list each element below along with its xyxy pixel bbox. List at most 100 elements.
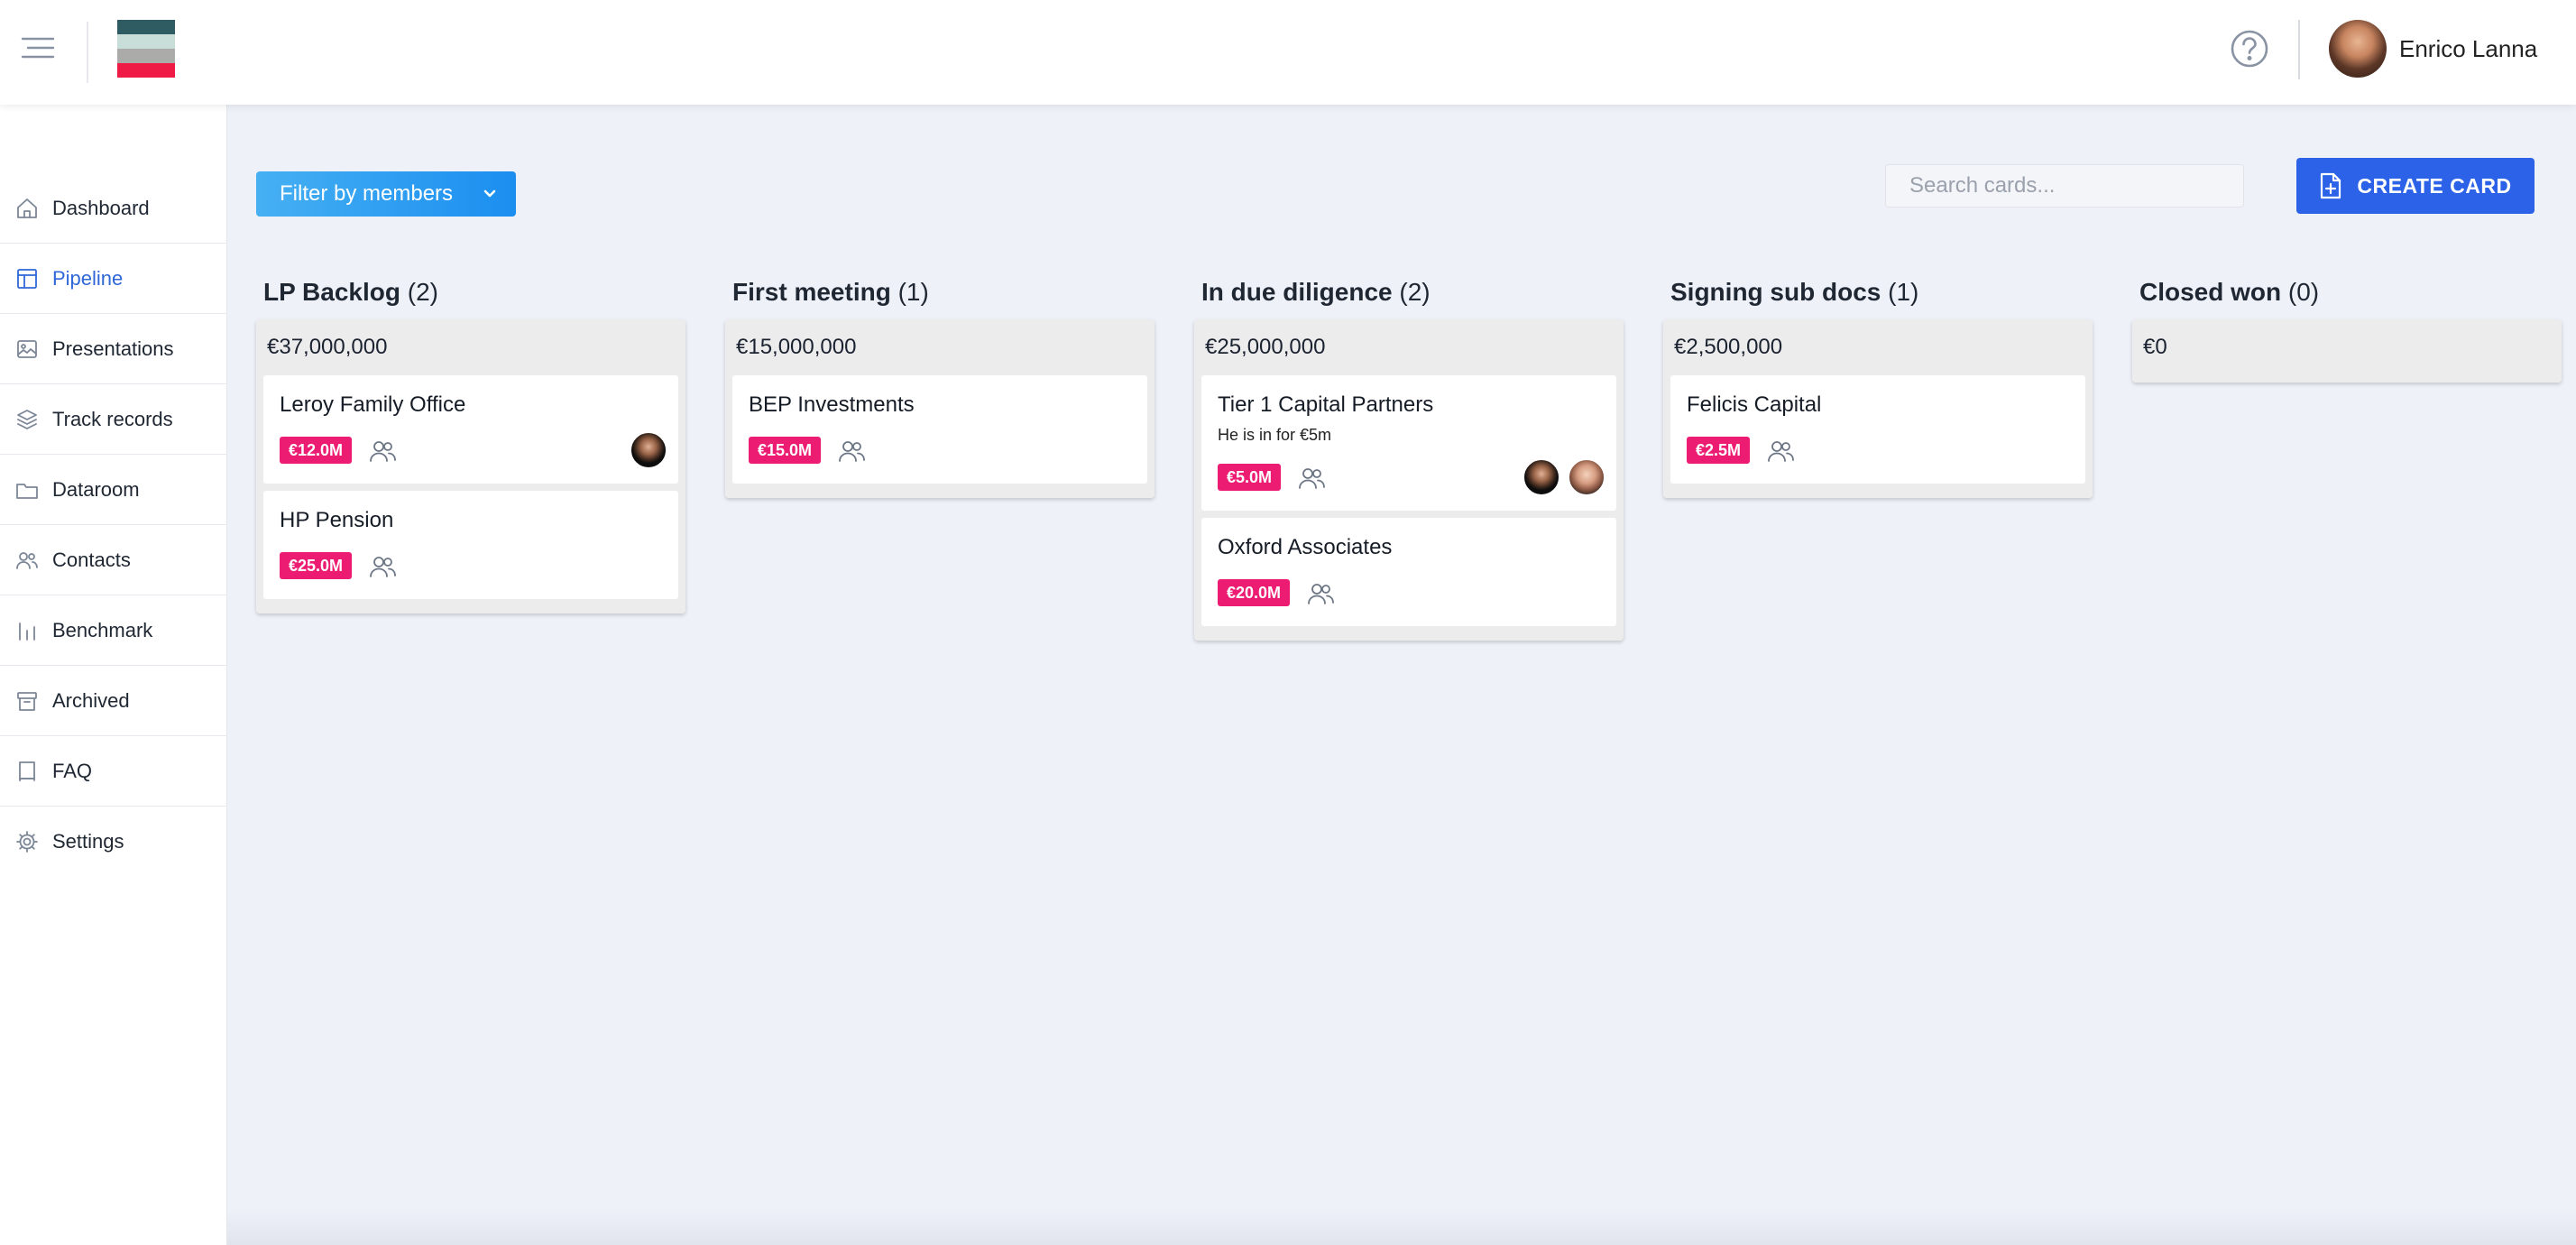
- logo-band: [117, 20, 175, 34]
- company-logo[interactable]: [117, 20, 175, 78]
- column-body: €2,500,000 Felicis Capital €2.5M: [1663, 319, 2093, 498]
- card-title: Oxford Associates: [1218, 535, 1393, 559]
- file-plus-icon: [2321, 172, 2341, 199]
- sidebar-item-label: Contacts: [52, 548, 131, 571]
- column-count: (1): [1888, 278, 1919, 306]
- sidebar-item-settings[interactable]: Settings: [0, 807, 227, 877]
- sidebar-item-label: Settings: [52, 830, 124, 853]
- top-bar: Enrico Lanna: [0, 0, 2576, 105]
- column-total: €37,000,000: [267, 335, 388, 359]
- card-title: HP Pension: [280, 508, 394, 532]
- card-title: Felicis Capital: [1687, 392, 1822, 417]
- users-icon: [16, 551, 38, 569]
- card-footer: €25.0M: [280, 541, 662, 599]
- logo-band: [117, 49, 175, 63]
- column-title: First meeting (1): [725, 271, 1155, 314]
- card-title: BEP Investments: [749, 392, 915, 417]
- card-footer: €15.0M: [749, 426, 1131, 484]
- pipeline-column: First meeting (1) €15,000,000 BEP Investme…: [725, 271, 1155, 498]
- deal-card[interactable]: Leroy Family Office €12.0M: [263, 375, 678, 484]
- sidebar-item-label: Pipeline: [52, 266, 124, 290]
- members-icon[interactable]: [1297, 464, 1326, 493]
- user-avatar[interactable]: [2329, 20, 2387, 78]
- amount-badge: €15.0M: [749, 437, 822, 464]
- image-icon: [17, 339, 37, 358]
- members-icon[interactable]: [837, 437, 866, 466]
- sidebar-item-dashboard[interactable]: Dashboard: [0, 173, 227, 244]
- column-title: Closed won (0): [2132, 271, 2562, 314]
- amount-badge: €5.0M: [1218, 464, 1282, 491]
- user-name[interactable]: Enrico Lanna: [2399, 34, 2537, 63]
- sidebar-item-label: Dataroom: [52, 477, 140, 501]
- sidebar-item-label: Archived: [52, 688, 130, 712]
- members-icon[interactable]: [1766, 437, 1795, 466]
- pipeline-icon: [17, 268, 37, 289]
- card-footer: €2.5M: [1687, 426, 2069, 484]
- column-name: LP Backlog: [263, 278, 400, 306]
- members-icon[interactable]: [368, 437, 397, 466]
- sidebar-nav: Dashboard Pipeline Presentations Track r…: [0, 173, 227, 877]
- column-title: Signing sub docs (1): [1663, 271, 2093, 314]
- sidebar-item-contacts[interactable]: Contacts: [0, 525, 227, 595]
- card-title: Leroy Family Office: [280, 392, 466, 417]
- top-divider: [87, 22, 88, 83]
- sidebar-item-label: FAQ: [52, 759, 93, 782]
- deal-card[interactable]: BEP Investments €15.0M: [732, 375, 1147, 484]
- menu-icon[interactable]: [20, 34, 56, 61]
- user-divider: [2298, 20, 2300, 79]
- archive-icon: [17, 691, 37, 711]
- column-count: (1): [897, 278, 929, 306]
- pipeline-column: Signing sub docs (1) €2,500,000 Felicis Ca…: [1663, 271, 2093, 498]
- members-icon[interactable]: [1306, 579, 1335, 608]
- members-icon[interactable]: [368, 552, 397, 581]
- sidebar-item-faq[interactable]: FAQ: [0, 736, 227, 807]
- column-total: €2,500,000: [1674, 335, 1783, 359]
- amount-badge: €12.0M: [280, 437, 353, 464]
- sidebar: Dashboard Pipeline Presentations Track r…: [0, 105, 227, 1245]
- card-title: Tier 1 Capital Partners: [1218, 392, 1434, 417]
- folder-icon: [16, 483, 38, 499]
- column-name: Closed won: [2139, 278, 2282, 306]
- member-avatar[interactable]: [1568, 458, 1605, 496]
- sidebar-item-label: Presentations: [52, 337, 174, 360]
- column-count: (0): [2287, 278, 2320, 306]
- amount-badge: €25.0M: [280, 552, 353, 579]
- book-icon: [19, 761, 35, 781]
- pipeline-column: LP Backlog (2) €37,000,000 Leroy Family Of…: [256, 271, 685, 613]
- column-total: €0: [2143, 335, 2167, 359]
- bottom-shadow: [227, 1209, 2576, 1245]
- amount-badge: €20.0M: [1218, 579, 1291, 606]
- sidebar-item-label: Track records: [52, 407, 173, 430]
- sidebar-item-dataroom[interactable]: Dataroom: [0, 455, 227, 525]
- layers-icon: [17, 409, 37, 429]
- sidebar-item-pipeline[interactable]: Pipeline: [0, 244, 227, 314]
- sidebar-item-track-records[interactable]: Track records: [0, 384, 227, 455]
- card-footer: €5.0M: [1218, 453, 1605, 511]
- sidebar-item-archived[interactable]: Archived: [0, 666, 227, 736]
- column-count: (2): [407, 278, 438, 306]
- column-total: €15,000,000: [736, 335, 857, 359]
- deal-card[interactable]: Oxford Associates €20.0M: [1201, 518, 1616, 626]
- search-input[interactable]: [1885, 164, 2244, 208]
- column-total: €25,000,000: [1205, 335, 1326, 359]
- logo-band: [117, 34, 175, 49]
- member-avatar[interactable]: [1523, 458, 1560, 496]
- column-name: In due diligence: [1201, 278, 1393, 306]
- sidebar-item-benchmark[interactable]: Benchmark: [0, 595, 227, 666]
- filter-label: Filter by members: [280, 181, 454, 206]
- help-icon[interactable]: [2230, 29, 2269, 69]
- column-name: Signing sub docs: [1670, 278, 1881, 306]
- member-avatar[interactable]: [630, 431, 667, 469]
- home-icon: [17, 198, 37, 218]
- column-count: (2): [1399, 278, 1431, 306]
- create-card-button[interactable]: CREATE CARD: [2296, 158, 2535, 214]
- sidebar-item-presentations[interactable]: Presentations: [0, 314, 227, 384]
- column-body: €15,000,000 BEP Investments €15.0M: [725, 319, 1155, 498]
- card-footer: €20.0M: [1218, 568, 1600, 626]
- chevron-down-icon: [483, 189, 496, 198]
- deal-card[interactable]: Felicis Capital €2.5M: [1670, 375, 2085, 484]
- deal-card[interactable]: Tier 1 Capital Partners He is in for €5m €…: [1201, 375, 1616, 511]
- create-card-label: CREATE CARD: [2357, 173, 2512, 198]
- filter-by-members-button[interactable]: Filter by members: [256, 171, 516, 217]
- deal-card[interactable]: HP Pension €25.0M: [263, 491, 678, 599]
